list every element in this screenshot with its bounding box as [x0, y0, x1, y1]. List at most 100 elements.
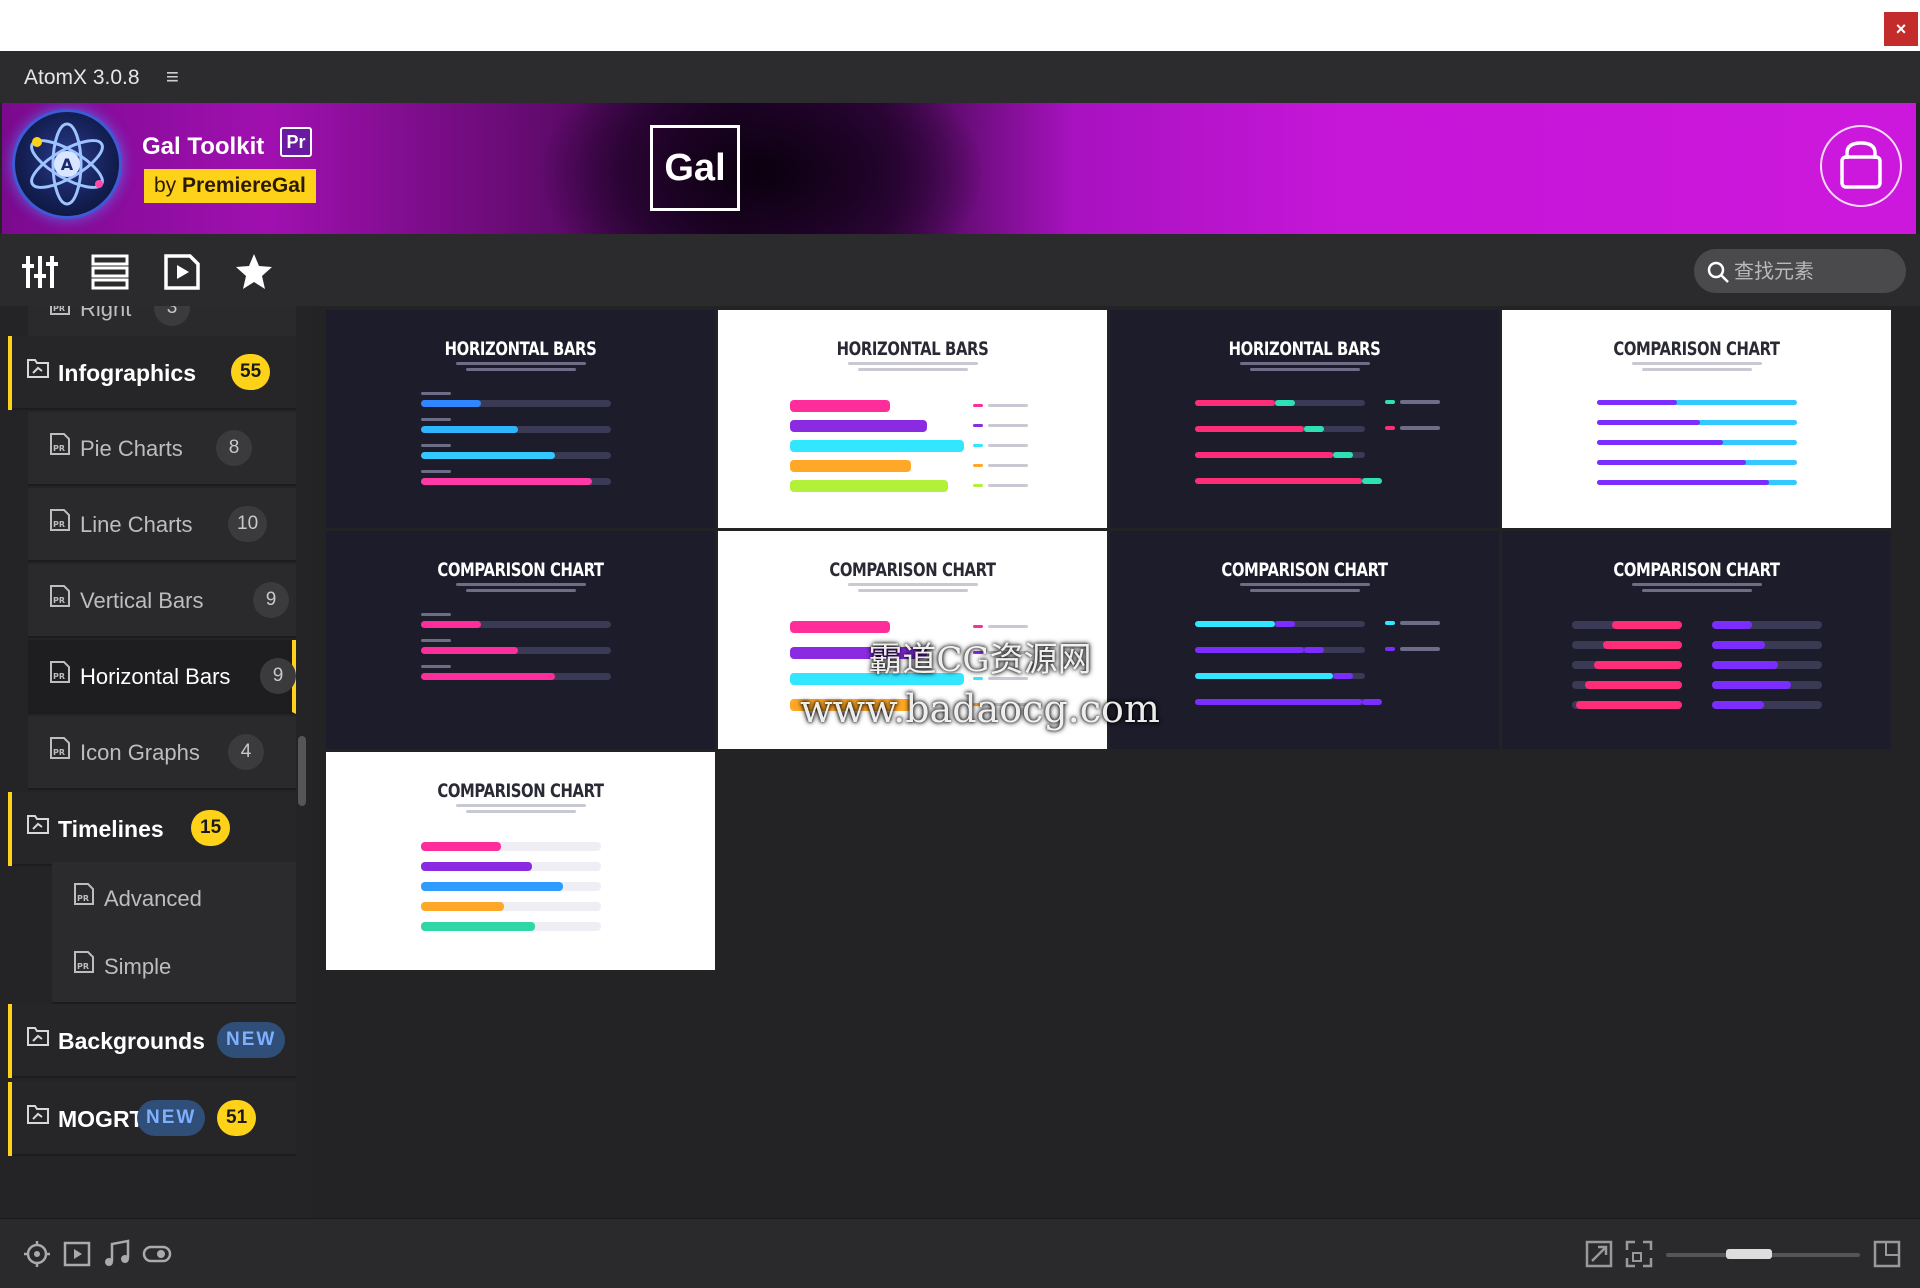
- video-icon[interactable]: [62, 1239, 92, 1269]
- preview-bar: [421, 470, 451, 473]
- preview-bar: [790, 440, 964, 452]
- sidebar-item-line-charts[interactable]: PR Line Charts 10: [28, 488, 296, 562]
- search-icon: [1707, 261, 1729, 283]
- sidebar-item-label: Timelines: [58, 816, 164, 842]
- sliders-icon[interactable]: [20, 252, 60, 292]
- preview-bar: [421, 444, 451, 447]
- card-title: COMPARISON CHART: [437, 559, 604, 581]
- sidebar-item-mogrt[interactable]: MOGRT NEW 51: [8, 1082, 296, 1156]
- folder-icon: [27, 1105, 49, 1124]
- asset-card[interactable]: HORIZONTAL BARS: [718, 310, 1107, 528]
- preview-bar: [973, 464, 983, 467]
- count-badge: 55: [231, 354, 271, 390]
- shopping-bag-button[interactable]: [1820, 125, 1902, 207]
- preview-bar: [421, 882, 563, 891]
- folder-icon: [27, 815, 49, 834]
- sidebar-item-pie-charts[interactable]: PR Pie Charts 8: [28, 412, 296, 486]
- card-title: HORIZONTAL BARS: [1228, 338, 1381, 360]
- preview-bar: [973, 484, 983, 487]
- preview-bar: [421, 862, 532, 871]
- count-badge: 4: [228, 734, 264, 770]
- preview-bar: [1275, 400, 1295, 406]
- sidebar-scrollbar[interactable]: [298, 736, 306, 806]
- count-badge: 10: [228, 506, 268, 542]
- preview-bar: [466, 810, 576, 813]
- list-icon[interactable]: [90, 252, 130, 292]
- preview-bar: [1712, 681, 1791, 689]
- search-input[interactable]: [1734, 257, 1894, 285]
- watermark-line1: 霸道CG资源网: [868, 640, 1092, 680]
- svg-text:PR: PR: [53, 520, 65, 529]
- search-box[interactable]: [1694, 249, 1906, 293]
- sidebar-item-label: Right: [80, 306, 132, 321]
- preview-bar: [988, 404, 1028, 407]
- fullscreen-icon[interactable]: [1872, 1239, 1902, 1269]
- asset-card[interactable]: HORIZONTAL BARS: [1110, 310, 1499, 528]
- sidebar-item-label: Vertical Bars: [80, 588, 204, 613]
- premiere-file-icon: PR: [74, 883, 94, 905]
- status-bar: [0, 1218, 1920, 1288]
- toggle-icon[interactable]: [142, 1239, 172, 1269]
- app-window: AtomX 3.0.8 ≡ A Gal Toolkit Pr by Premie…: [0, 52, 1920, 1288]
- title-strip: ×: [0, 0, 1920, 52]
- preview-bar: [1385, 426, 1395, 430]
- asset-card[interactable]: COMPARISON CHART: [326, 752, 715, 970]
- count-badge: 9: [253, 582, 289, 618]
- preview-bar: [421, 673, 555, 680]
- graphics-icon[interactable]: [22, 1239, 52, 1269]
- sidebar-item-backgrounds[interactable]: Backgrounds NEW: [8, 1004, 296, 1078]
- sidebar-item-vertical-bars[interactable]: PR Vertical Bars 9: [28, 564, 296, 638]
- card-title: COMPARISON CHART: [1613, 338, 1780, 360]
- card-title: COMPARISON CHART: [437, 780, 604, 802]
- preview-bar: [858, 368, 968, 371]
- sidebar-item-horizontal-bars[interactable]: PR Horizontal Bars 9: [28, 640, 296, 714]
- asset-card[interactable]: COMPARISON CHART: [326, 531, 715, 749]
- gal-logo: Gal: [650, 125, 740, 211]
- preview-bar: [988, 625, 1028, 628]
- preview-bar: [988, 424, 1028, 427]
- preview-bar: [1597, 440, 1723, 445]
- sidebar-item-label: Horizontal Bars: [80, 664, 231, 689]
- preview-bar: [973, 424, 983, 427]
- premiere-file-icon: PR: [50, 585, 70, 607]
- asset-card[interactable]: COMPARISON CHART: [1502, 531, 1891, 749]
- preview-bar: [1712, 701, 1764, 709]
- menu-icon[interactable]: ≡: [166, 64, 179, 90]
- preview-bar: [988, 444, 1028, 447]
- folder-icon: [27, 1027, 49, 1046]
- fit-icon[interactable]: [1624, 1239, 1654, 1269]
- sidebar-item-simple[interactable]: PR Simple: [52, 930, 296, 1004]
- preview-bar: [988, 484, 1028, 487]
- star-icon[interactable]: [234, 252, 274, 292]
- preview-bar: [988, 464, 1028, 467]
- zoom-slider-thumb[interactable]: [1726, 1249, 1772, 1259]
- sidebar-item-timelines[interactable]: Timelines 15: [8, 792, 296, 866]
- preview-bar: [1585, 681, 1682, 689]
- sidebar-item-icon-graphs[interactable]: PR Icon Graphs 4: [28, 716, 296, 790]
- close-button[interactable]: ×: [1884, 12, 1918, 46]
- preview-bar: [1400, 647, 1440, 651]
- premiere-badge: Pr: [280, 127, 312, 157]
- preview-bar: [1195, 699, 1362, 705]
- category-accent: [8, 792, 12, 866]
- sidebar-item-infographics[interactable]: Infographics 55: [8, 336, 296, 410]
- asset-card[interactable]: HORIZONTAL BARS: [326, 310, 715, 528]
- preview-bar: [421, 665, 451, 668]
- sidebar-item-label: Pie Charts: [80, 436, 183, 461]
- play-file-icon[interactable]: [162, 252, 202, 292]
- sidebar-item-label: Line Charts: [80, 512, 193, 537]
- music-icon[interactable]: [102, 1239, 132, 1269]
- preview-bar: [1597, 400, 1677, 405]
- preview-bar: [1632, 362, 1762, 365]
- sidebar-item-label: Icon Graphs: [80, 740, 200, 765]
- new-badge: NEW: [217, 1022, 286, 1058]
- asset-card[interactable]: COMPARISON CHART: [1502, 310, 1891, 528]
- preview-bar: [1594, 661, 1682, 669]
- card-title: COMPARISON CHART: [1613, 559, 1780, 581]
- expand-icon[interactable]: [1584, 1239, 1614, 1269]
- svg-text:PR: PR: [53, 748, 65, 757]
- preview-bar: [421, 392, 451, 395]
- sidebar-item-advanced[interactable]: PR Advanced: [52, 862, 296, 936]
- category-accent: [8, 1082, 12, 1156]
- preview-bar: [1612, 621, 1682, 629]
